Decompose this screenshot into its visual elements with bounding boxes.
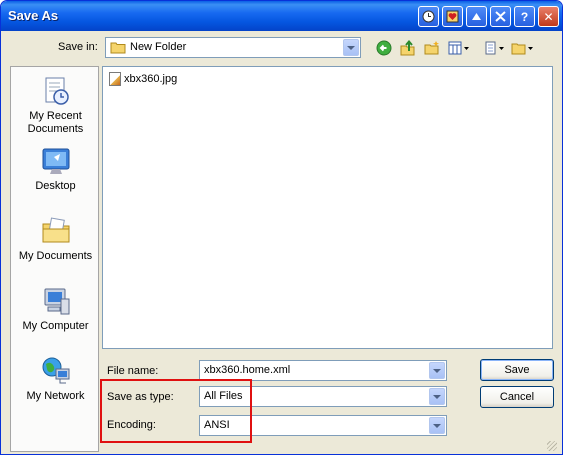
file-name-field[interactable]: xbx360.home.xml <box>199 360 447 381</box>
place-label: My Network <box>26 390 85 402</box>
view-menu-icon[interactable] <box>447 39 471 57</box>
my-computer-icon <box>40 285 72 317</box>
new-folder-icon[interactable] <box>423 39 441 57</box>
save-button[interactable]: Save <box>480 359 554 381</box>
up-folder-icon[interactable] <box>399 39 417 57</box>
chevron-down-icon[interactable] <box>429 388 445 405</box>
place-label: My Documents <box>18 250 93 262</box>
save-as-dialog: Save As ? ✕ Save in: New Folder My Recen… <box>0 0 563 455</box>
image-file-icon <box>109 72 121 86</box>
file-list[interactable]: xbx360.jpg <box>102 66 553 349</box>
help-icon[interactable]: ? <box>514 6 535 27</box>
place-my-computer[interactable]: My Computer <box>11 285 100 333</box>
list-item[interactable]: xbx360.jpg <box>109 72 177 86</box>
place-label: Desktop <box>35 180 76 192</box>
file-name: xbx360.jpg <box>124 73 178 85</box>
place-my-network[interactable]: My Network <box>11 355 100 403</box>
title-bar[interactable]: Save As ? ✕ <box>1 1 562 31</box>
place-label: My Computer <box>22 320 89 332</box>
dialog-body: Save in: New Folder My Recent Documents … <box>4 31 559 453</box>
cancel-button[interactable]: Cancel <box>480 386 554 408</box>
recent-documents-icon <box>40 75 72 107</box>
close-icon[interactable]: ✕ <box>538 6 559 27</box>
file-name-value: xbx360.home.xml <box>204 364 291 376</box>
place-desktop[interactable]: Desktop <box>11 145 100 193</box>
window-title: Save As <box>8 8 59 23</box>
place-my-documents[interactable]: My Documents <box>11 215 100 263</box>
back-icon[interactable] <box>375 39 393 57</box>
save-in-label: Save in: <box>58 41 98 53</box>
my-documents-icon <box>40 215 72 247</box>
save-in-value: New Folder <box>130 41 187 53</box>
folder-menu-icon[interactable] <box>510 39 536 57</box>
heart-icon[interactable] <box>442 6 463 27</box>
my-network-icon <box>40 355 72 387</box>
folder-icon <box>110 41 126 54</box>
chevron-down-icon[interactable] <box>343 39 359 56</box>
file-name-label: File name: <box>107 365 159 377</box>
chevron-down-icon[interactable] <box>429 417 445 434</box>
clock-icon[interactable] <box>418 6 439 27</box>
maximize-icon[interactable] <box>490 6 511 27</box>
place-my-recent-documents[interactable]: My Recent Documents <box>11 75 100 136</box>
save-in-dropdown[interactable]: New Folder <box>105 37 361 58</box>
tools-menu-icon[interactable] <box>483 39 507 57</box>
chevron-down-icon[interactable] <box>429 362 445 379</box>
resize-grip[interactable] <box>547 441 557 451</box>
desktop-icon <box>40 145 72 177</box>
places-bar: My Recent Documents Desktop My Documents… <box>10 66 99 452</box>
highlight-box <box>100 379 252 443</box>
place-label: My Recent Documents <box>27 110 84 135</box>
roll-up-icon[interactable] <box>466 6 487 27</box>
